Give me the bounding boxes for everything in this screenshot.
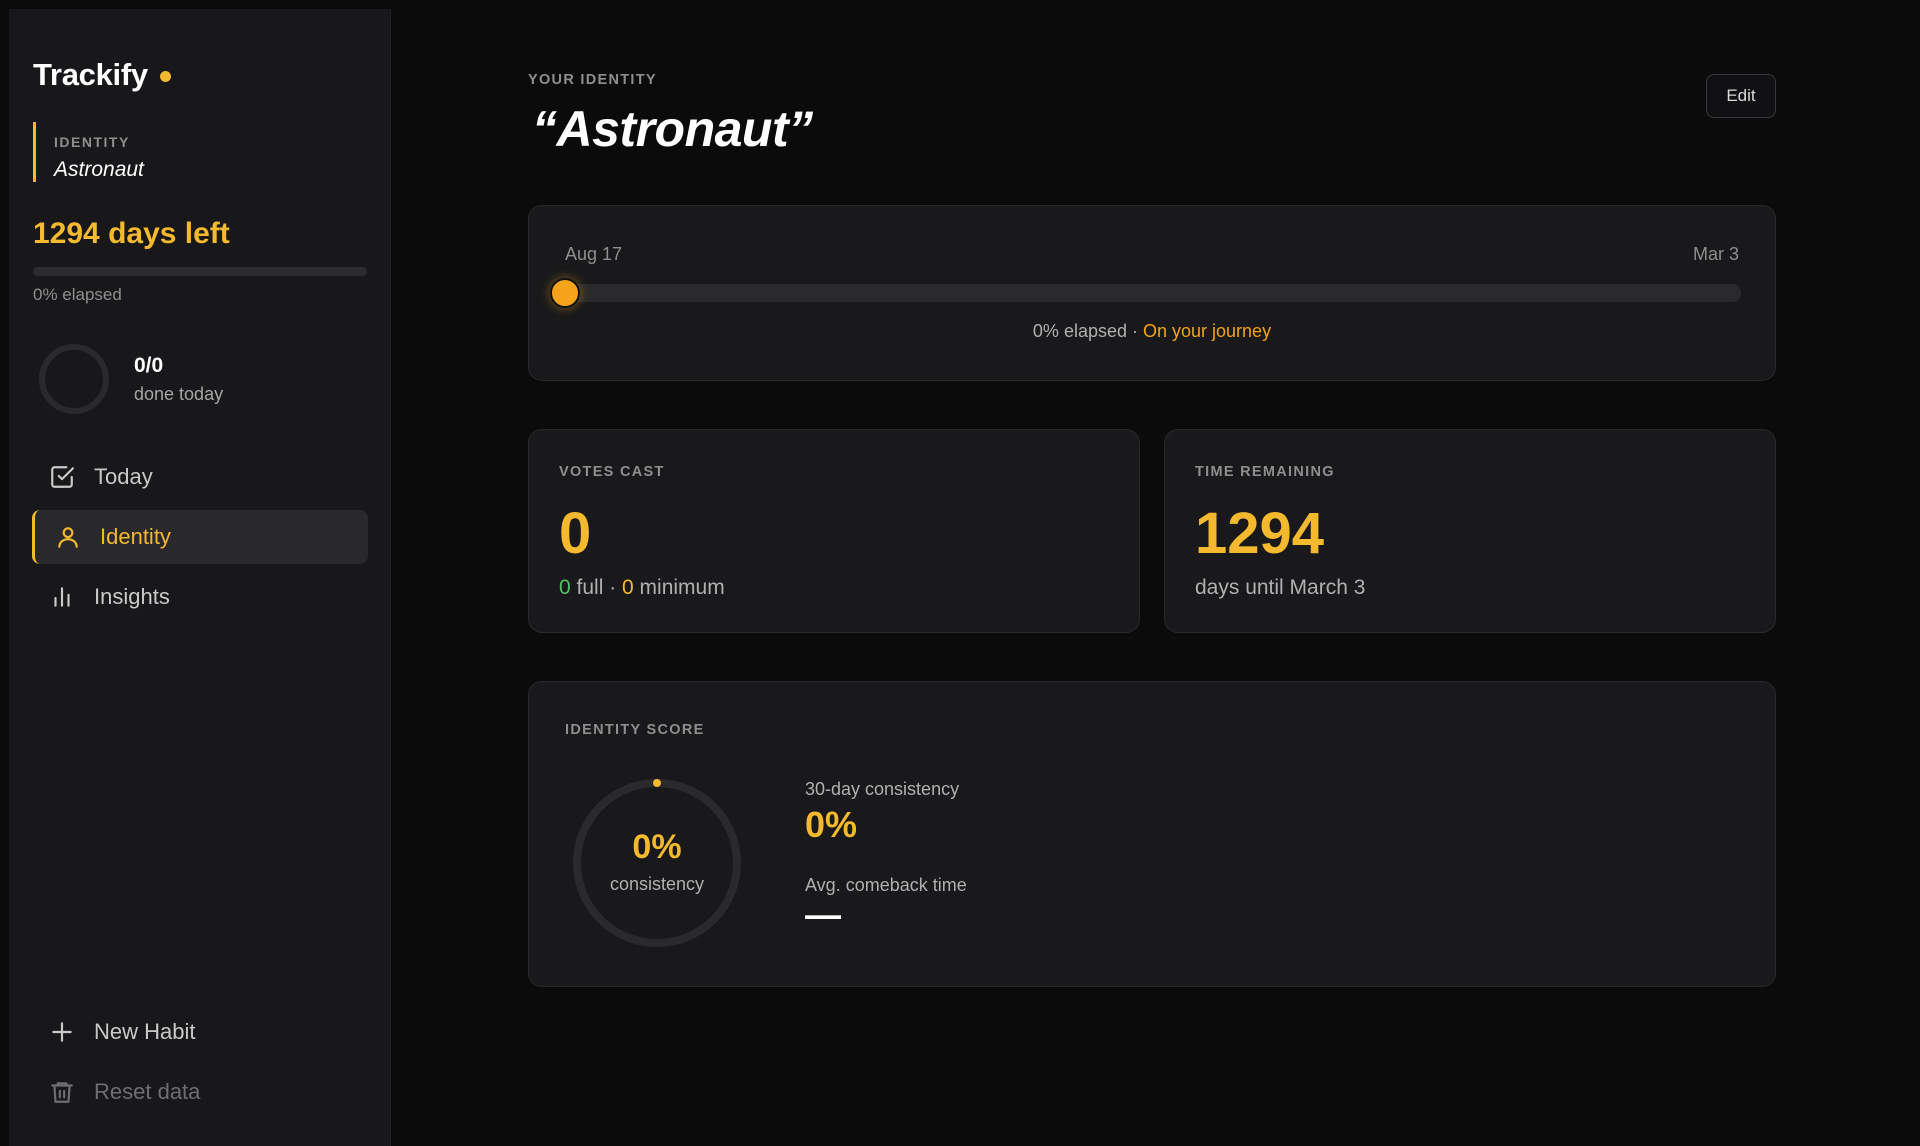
thirty-day-consistency-value: 0% [805, 804, 858, 845]
votes-card: VOTES CAST 0 0 full · 0 minimum [528, 429, 1140, 633]
sidebar: Trackify IDENTITY Astronaut 1294 days le… [9, 9, 391, 1146]
consistency-ring-label: consistency [609, 874, 705, 894]
app-root: Trackify IDENTITY Astronaut 1294 days le… [0, 0, 1920, 1146]
timeline-card: Aug 17 Mar 3 0% elapsed · On your journe… [528, 205, 1776, 381]
time-remaining-value: 1294 [1195, 501, 1325, 566]
timeline-start-date: Aug 17 [565, 244, 623, 264]
days-left: 1294 days left [33, 217, 230, 250]
votes-label: VOTES CAST [559, 464, 665, 480]
checkbox-icon [48, 463, 76, 491]
sidebar-item-today[interactable]: Today [32, 450, 368, 504]
timeline-marker [550, 278, 580, 308]
today-progress-ring [39, 344, 109, 414]
edit-button[interactable]: Edit [1706, 74, 1776, 118]
page-title: “Astronaut” [532, 101, 813, 157]
reset-data-label: Reset data [94, 1079, 201, 1104]
consistency-ring-value: 0% [632, 828, 682, 866]
sidebar-item-label: Insights [94, 584, 170, 609]
thirty-day-consistency-label: 30-day consistency [805, 779, 960, 799]
votes-min-count: 0 [622, 576, 634, 599]
page-eyebrow: YOUR IDENTITY [528, 72, 657, 88]
bar-chart-icon [48, 583, 76, 611]
today-count: 0/0 [134, 354, 164, 377]
plus-icon [48, 1018, 76, 1046]
votes-full-label: full · [570, 576, 623, 599]
brand-dot-icon [159, 70, 171, 82]
new-habit-button[interactable]: New Habit [32, 1005, 368, 1059]
avg-comeback-value: — [805, 894, 841, 935]
sidebar-item-insights[interactable]: Insights [32, 570, 368, 624]
sidebar-item-label: Today [94, 464, 153, 489]
brand-name: Trackify [33, 57, 148, 92]
votes-min-label: minimum [633, 576, 725, 599]
sidebar-identity-value: Astronaut [54, 158, 144, 181]
time-remaining-label: TIME REMAINING [1195, 464, 1335, 480]
sidebar-elapsed-text: 0% elapsed [33, 285, 122, 304]
new-habit-label: New Habit [94, 1019, 196, 1044]
sidebar-progress-bar [33, 267, 367, 276]
user-icon [54, 523, 82, 551]
time-remaining-sub: days until March 3 [1195, 576, 1366, 599]
time-remaining-card: TIME REMAINING 1294 days until March 3 [1164, 429, 1776, 633]
timeline-progress-bar [550, 278, 1741, 308]
timeline-caption: 0% elapsed · On your journey [529, 321, 1775, 342]
identity-score-card: IDENTITY SCORE 0% consistency 30-day con… [528, 681, 1776, 987]
identity-score-label: IDENTITY SCORE [565, 722, 705, 738]
votes-value: 0 [559, 501, 592, 566]
timeline-end-date: Mar 3 [1692, 244, 1739, 264]
sidebar-identity-label: IDENTITY [54, 134, 130, 150]
timeline-status: On your journey [1143, 321, 1272, 341]
avg-comeback-label: Avg. comeback time [805, 875, 967, 895]
votes-breakdown: 0 full · 0 minimum [559, 576, 725, 600]
timeline-elapsed-text: 0% elapsed · [1032, 321, 1143, 341]
sidebar-item-identity[interactable]: Identity [32, 510, 368, 564]
sidebar-identity: IDENTITY Astronaut [33, 122, 333, 182]
reset-data-button[interactable]: Reset data [32, 1065, 368, 1119]
votes-full-count: 0 [559, 576, 571, 599]
brand-logo[interactable]: Trackify [33, 57, 171, 93]
trash-icon [48, 1078, 76, 1106]
sidebar-item-label: Identity [100, 524, 171, 549]
today-label: done today [134, 384, 224, 404]
